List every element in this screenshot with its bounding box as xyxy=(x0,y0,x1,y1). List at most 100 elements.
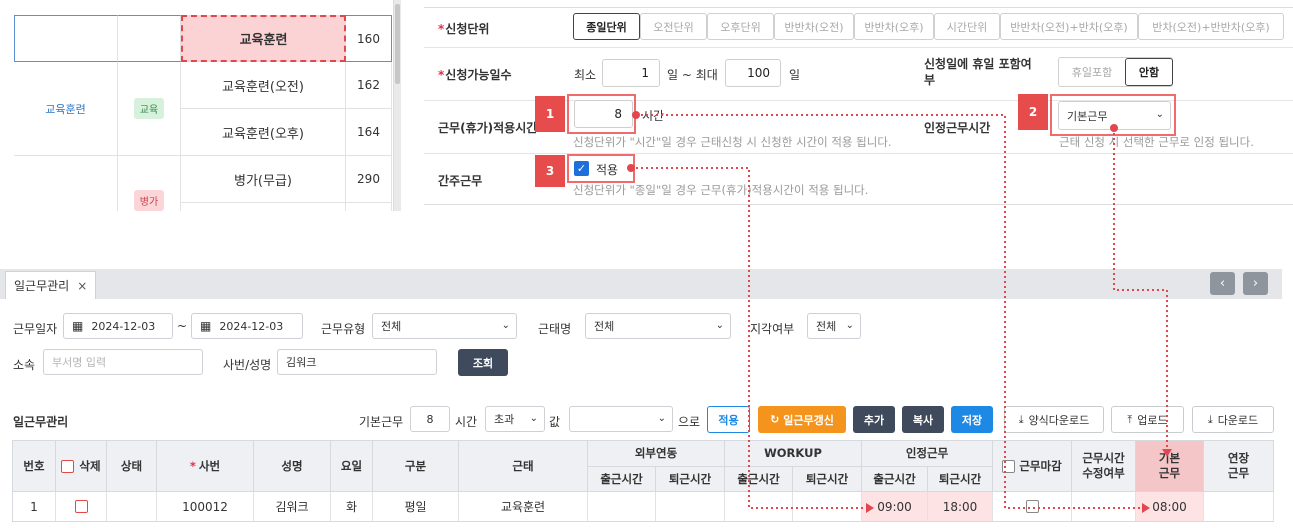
work-hours-hint: 신청단위가 "시간"일 경우 근태신청 시 신청한 시간이 적용 됩니다. xyxy=(573,135,892,149)
refresh-label: 일근무갱신 xyxy=(783,413,834,427)
chevron-down-icon: ⌄ xyxy=(715,320,724,331)
calendar-icon: ▦ xyxy=(72,319,84,333)
col-header-wu-in: 출근시간 xyxy=(725,467,793,492)
leave-settings-form: *신청단위 종일단위 오전단위 오후단위 반반차(오전) 반반차(오후) 시간단… xyxy=(424,0,1293,205)
cell-ext-in[interactable] xyxy=(588,492,656,522)
leave-name[interactable]: 병가(무급) xyxy=(181,156,346,203)
hours-unit-label: 시간 xyxy=(642,109,665,123)
chevron-down-icon: ⌄ xyxy=(1155,109,1164,120)
leave-code-label: 160 xyxy=(357,31,380,46)
unit-option-afternoon[interactable]: 오후단위 xyxy=(707,13,774,40)
copy-button[interactable]: 복사 xyxy=(902,406,944,433)
condition-select[interactable]: 초과 ⌄ xyxy=(485,406,545,432)
unit-option-morning[interactable]: 오전단위 xyxy=(640,13,707,40)
hour-label: 시간 xyxy=(455,415,478,429)
cell-rec-in[interactable]: 09:00 xyxy=(862,492,928,522)
table-scrollbar[interactable] xyxy=(394,0,401,211)
cell-wu-out[interactable] xyxy=(793,492,862,522)
col-header-extend: 연장 근무 xyxy=(1204,440,1274,492)
leave-code: 160 xyxy=(346,15,392,62)
tab-daily-work[interactable]: 일근무관리 × xyxy=(5,271,96,299)
prev-tab-button[interactable]: ‹ xyxy=(1210,272,1235,295)
unit-option-quarter-am[interactable]: 반반차(오전) xyxy=(774,13,854,40)
holiday-include-option[interactable]: 휴일포함 xyxy=(1059,58,1125,86)
recognized-hours-hint: 근태 신청 시 선택한 근무로 인정 됩니다. xyxy=(1059,135,1254,149)
table-row-tag xyxy=(118,15,181,62)
refresh-work-button[interactable]: ↻ 일근무갱신 xyxy=(758,406,846,433)
scrollbar-thumb[interactable] xyxy=(395,4,400,84)
download-button[interactable]: ⤓ 다운로드 xyxy=(1192,406,1274,433)
close-all-checkbox[interactable] xyxy=(1002,459,1016,473)
upload-button[interactable]: ⤒ 업로드 xyxy=(1111,406,1184,433)
next-tab-button[interactable]: › xyxy=(1243,272,1268,295)
date-separator: ~ xyxy=(177,319,188,333)
add-button[interactable]: 추가 xyxy=(853,406,895,433)
leave-name-label: 병가(무급) xyxy=(234,173,292,189)
date-to-input[interactable]: ▦ 2024-12-03 xyxy=(191,313,303,339)
cell-close[interactable] xyxy=(993,492,1072,522)
holiday-exclude-option[interactable]: 안함 xyxy=(1125,58,1173,86)
col-header-close[interactable]: 근무마감 xyxy=(993,440,1072,492)
dept-input[interactable]: 부서명 입력 xyxy=(43,349,203,375)
save-button[interactable]: 저장 xyxy=(951,406,993,433)
cell-name[interactable]: 김워크 xyxy=(254,492,331,522)
unit-option-quarter-pm[interactable]: 반반차(오후) xyxy=(854,13,934,40)
close-icon[interactable]: × xyxy=(77,279,87,293)
leave-name[interactable]: 교육훈련(오전) xyxy=(181,62,346,109)
chevron-down-icon: ⌄ xyxy=(529,413,538,424)
recognized-hours-select[interactable]: 기본근무 ⌄ xyxy=(1058,101,1171,130)
late-select[interactable]: 전체 ⌄ xyxy=(807,313,861,339)
base-work-input[interactable]: 8 xyxy=(410,406,450,432)
row-close-checkbox[interactable] xyxy=(1025,500,1039,513)
cell-base[interactable]: 08:00 xyxy=(1136,492,1204,522)
leave-code-label: 290 xyxy=(357,172,380,186)
late-label: 지각여부 xyxy=(750,322,795,336)
date-to-value: 2024-12-03 xyxy=(219,319,284,333)
col-header-wu-out: 퇴근시간 xyxy=(793,467,862,492)
unit-option-combo-pm[interactable]: 반차(오전)+반반차(오후) xyxy=(1138,13,1284,40)
cell-emp-no[interactable]: 100012 xyxy=(157,492,254,522)
cell-attend[interactable]: 교육훈련 xyxy=(459,492,588,522)
cell-modified xyxy=(1072,492,1136,522)
work-hours-input[interactable]: 8 xyxy=(574,100,633,128)
col-header-name: 성명 xyxy=(254,440,331,492)
cell-ext-out[interactable] xyxy=(656,492,725,522)
emp-input[interactable]: 김워크 xyxy=(277,349,437,375)
attend-name-label: 근태명 xyxy=(538,322,572,336)
max-days-input[interactable]: 100 xyxy=(725,59,781,87)
leave-code: 164 xyxy=(346,109,392,156)
leave-name[interactable]: 교육훈련(오후) xyxy=(181,109,346,156)
unit-option-fullday[interactable]: 종일단위 xyxy=(573,13,640,40)
leave-code: 290 xyxy=(346,156,392,203)
attend-name-select[interactable]: 전체 ⌄ xyxy=(585,313,731,339)
template-download-button[interactable]: ⤓ 양식다운로드 xyxy=(1004,406,1104,433)
col-header-delete[interactable]: 삭제 xyxy=(56,440,107,492)
recognized-hours-label: 인정근무시간 xyxy=(924,121,991,135)
section-title: 일근무관리 xyxy=(13,415,69,429)
search-button[interactable]: 조회 xyxy=(458,349,508,376)
col-header-no: 번호 xyxy=(12,440,56,492)
leave-name xyxy=(181,203,346,211)
cell-rec-out[interactable]: 18:00 xyxy=(928,492,993,522)
cell-delete[interactable] xyxy=(56,492,107,522)
close-label: 근무마감 xyxy=(1019,458,1062,473)
date-from-input[interactable]: ▦ 2024-12-03 xyxy=(63,313,173,339)
apply-button[interactable]: 적용 xyxy=(707,406,750,433)
download-icon: ⤓ xyxy=(1207,412,1213,426)
unit-option-combo-am[interactable]: 반반차(오전)+반차(오후) xyxy=(1000,13,1138,40)
condition-value: 초과 xyxy=(494,413,515,426)
leave-name-selected[interactable]: 교육훈련 xyxy=(181,15,346,62)
min-days-input[interactable]: 1 xyxy=(602,59,660,87)
cell-wu-in[interactable] xyxy=(725,492,793,522)
cell-no: 1 xyxy=(12,492,56,522)
work-type-select[interactable]: 전체 ⌄ xyxy=(372,313,517,339)
deemed-work-checkbox[interactable]: ✓ xyxy=(574,161,589,176)
row-delete-checkbox[interactable] xyxy=(74,500,88,513)
unit-option-hourly[interactable]: 시간단위 xyxy=(934,13,1000,40)
delete-all-checkbox[interactable] xyxy=(61,459,75,473)
target-select[interactable]: ⌄ xyxy=(569,406,673,432)
refresh-icon: ↻ xyxy=(770,413,780,426)
cell-extend[interactable] xyxy=(1204,492,1274,522)
template-download-label: 양식다운로드 xyxy=(1028,413,1090,427)
col-header-attend: 근태 xyxy=(459,440,588,492)
